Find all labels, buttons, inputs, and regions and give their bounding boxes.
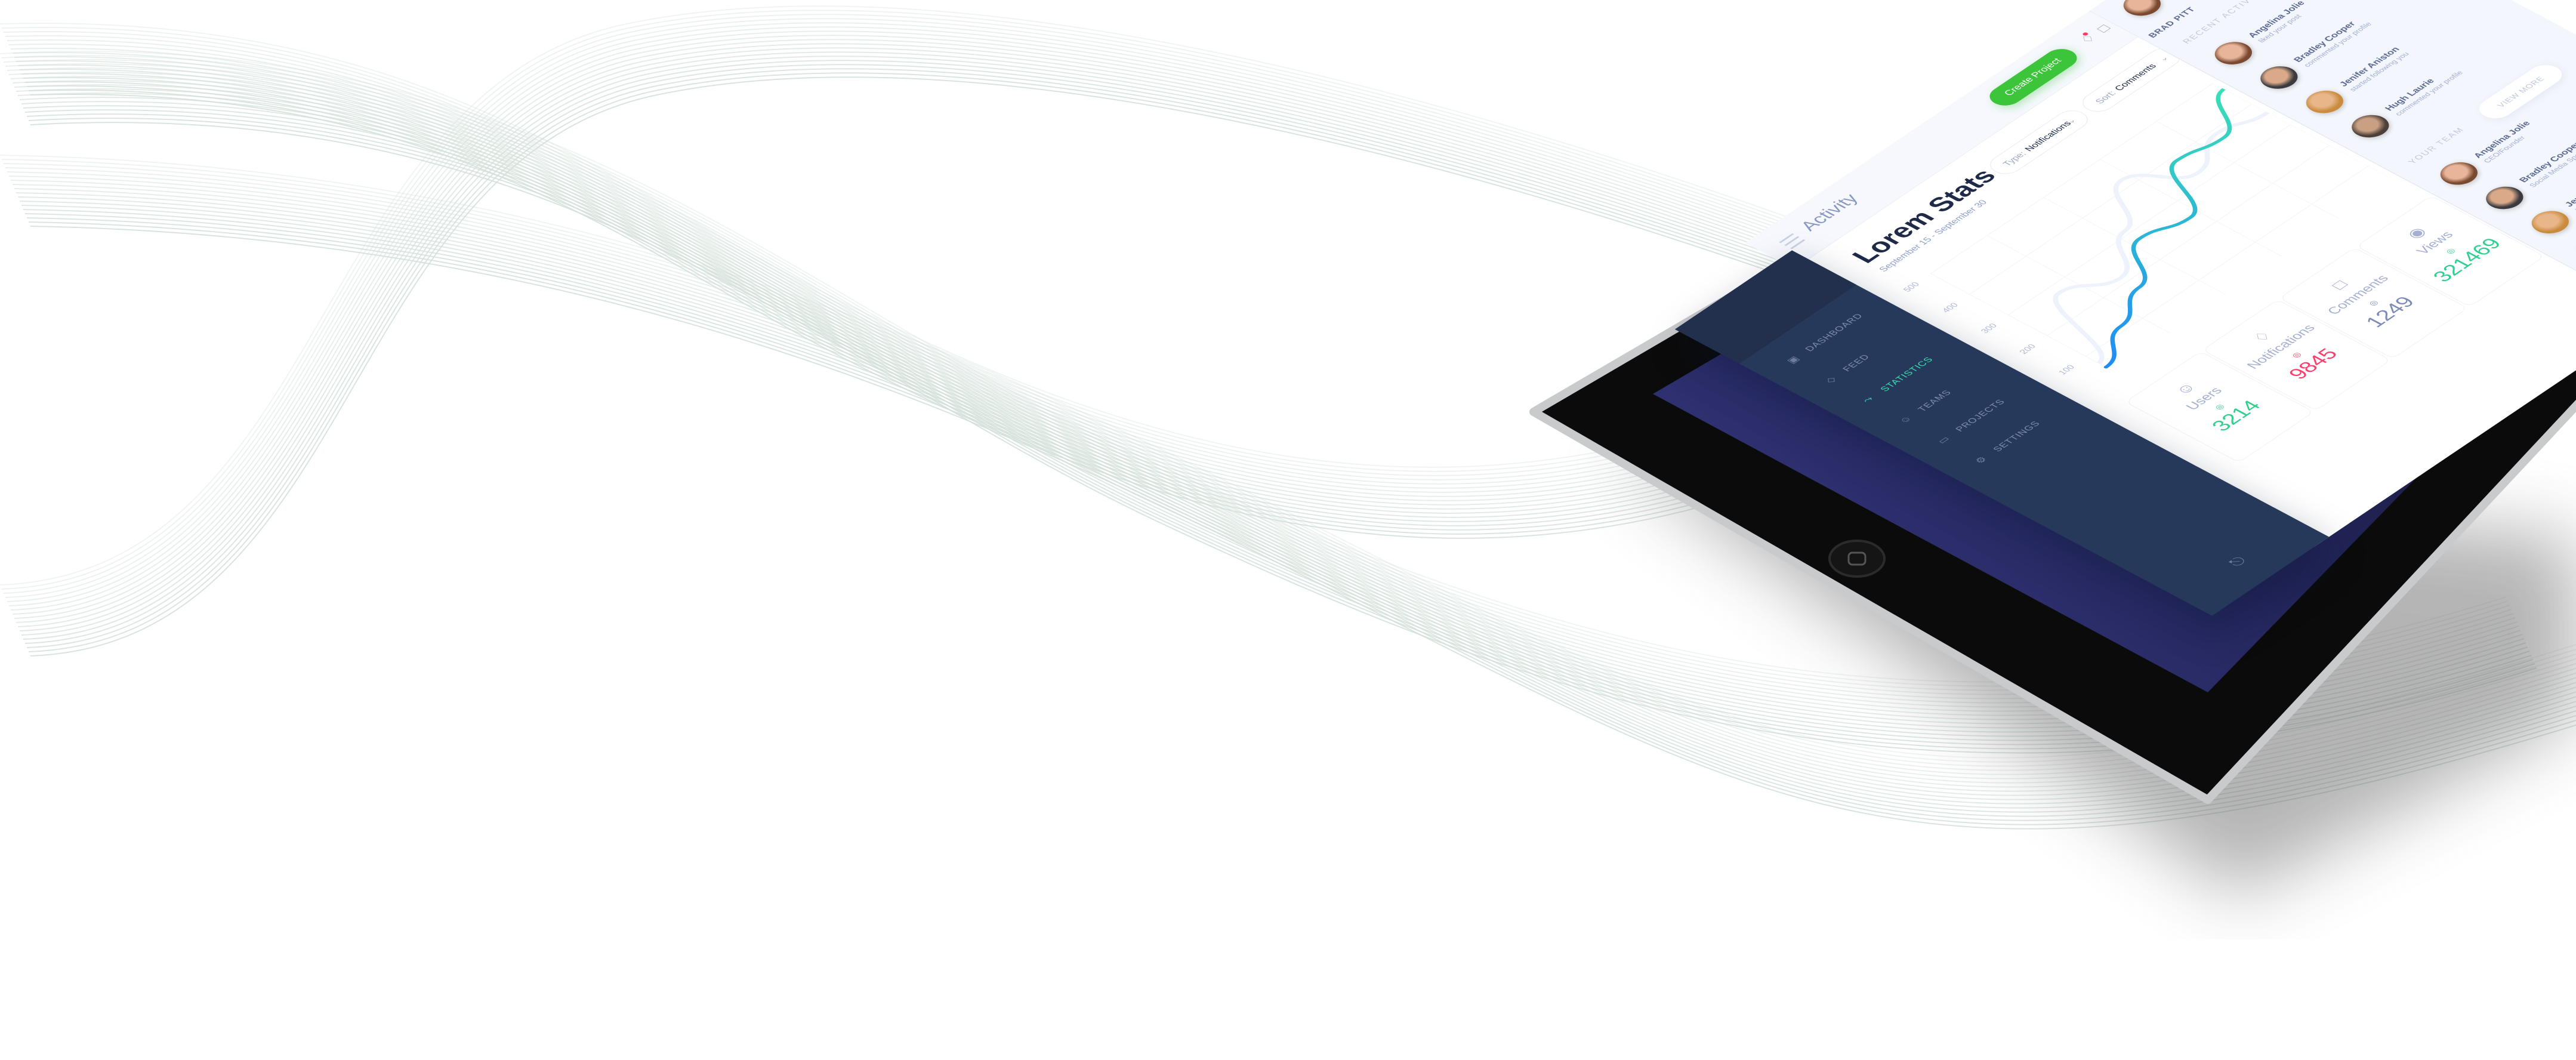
sort-select-value: Comments — [2112, 62, 2159, 93]
swirl-line — [0, 23, 1731, 468]
logout-icon[interactable]: ⎋ — [2226, 554, 2251, 569]
sidebar-item-label: DASHBOARD — [1803, 312, 1865, 353]
type-select-label: Type: — [2000, 150, 2029, 168]
person-text: Angelina Jolie liked your post — [2245, 0, 2315, 44]
gear-icon: ⚙ — [1973, 455, 1991, 466]
y-tick-label: 200 — [2018, 343, 2038, 356]
sidebar-item-label: STATISTICS — [1878, 355, 1936, 393]
dashboard-icon: ▣ — [1785, 355, 1803, 365]
swirl-line — [23, 60, 1904, 640]
swirl-line — [5, 35, 1736, 480]
person-text: Angelina Jolie CEO/Founder — [2471, 119, 2541, 164]
avatar — [2344, 110, 2397, 143]
person-text: Bradley Cooper commented your profile — [2291, 15, 2374, 68]
folder-icon: ▭ — [1935, 435, 1953, 446]
avatar — [2253, 61, 2306, 94]
y-tick-label: 300 — [1979, 322, 2000, 335]
swirl-line — [17, 47, 1898, 627]
swirl-line — [10, 48, 1742, 493]
sidebar-item-label: PROJECTS — [1953, 398, 2008, 433]
avatar — [2432, 158, 2485, 190]
sidebar-item-label: TEAMS — [1915, 388, 1954, 413]
avatar — [2298, 86, 2351, 118]
y-tick-label: 100 — [2057, 363, 2077, 376]
y-tick-label: 400 — [1941, 301, 1961, 314]
feed-icon: ◇ — [1823, 375, 1840, 385]
swirl-line — [3, 31, 1735, 476]
statistics-icon: ⤳ — [1860, 395, 1877, 405]
person-text: Hugh Laurie commented your profile — [2383, 64, 2465, 116]
notification-dot — [2081, 32, 2089, 36]
type-select-value: Notifications — [2022, 119, 2074, 153]
grid-line — [1969, 103, 2253, 295]
swirl-line — [19, 51, 1900, 631]
swirl-line — [14, 39, 1895, 619]
swirl-line — [12, 35, 1893, 615]
sidebar-item-label: FEED — [1840, 352, 1872, 373]
menu-icon[interactable] — [1779, 233, 1806, 249]
person-text: Jenifer Aniston started following you — [2337, 45, 2411, 93]
avatar — [2569, 230, 2576, 263]
swirl-line — [8, 44, 1740, 489]
sidebar-item-label: SETTINGS — [1991, 419, 2043, 454]
avatar — [2207, 37, 2260, 69]
sort-select-label: Sort: — [2093, 89, 2118, 106]
home-button[interactable] — [1828, 540, 1886, 578]
chevron-down-icon: ⌄ — [2155, 54, 2170, 63]
avatar — [2115, 0, 2168, 21]
user-icon: ☺ — [1897, 414, 1915, 426]
grid-line — [2008, 124, 2291, 315]
swirl-line — [7, 39, 1738, 485]
swirl-line — [24, 64, 1905, 644]
view-more-button[interactable]: VIEW MORE — [2472, 61, 2569, 123]
swirl-line — [1, 27, 1733, 472]
bell-icon[interactable]: ♢ — [2075, 32, 2100, 47]
swirl-line — [21, 56, 1902, 636]
avatar — [2478, 182, 2531, 214]
swirl-line — [10, 30, 1891, 611]
swirl-line — [16, 43, 1896, 623]
y-tick-label: 500 — [1902, 281, 1922, 294]
avatar — [2523, 206, 2576, 238]
